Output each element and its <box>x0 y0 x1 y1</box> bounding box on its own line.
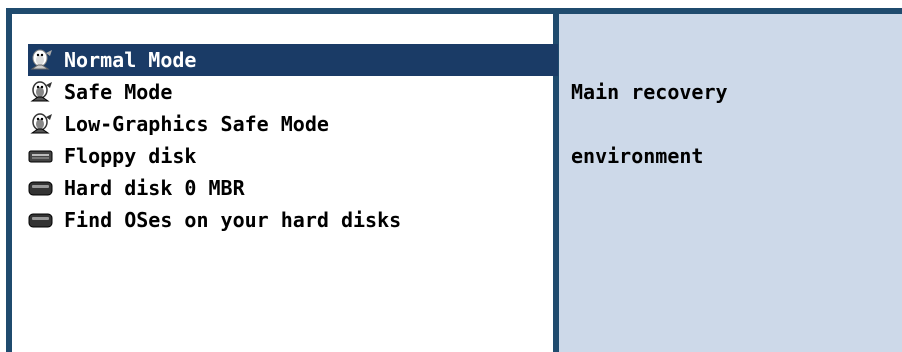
penguin-icon <box>28 112 58 136</box>
menu-item-label: Safe Mode <box>64 80 173 104</box>
description-line-2: environment <box>571 144 704 168</box>
menu-item-hard-disk-0-mbr[interactable]: Hard disk 0 MBR <box>28 172 558 204</box>
menu-item-safe-mode[interactable]: Safe Mode <box>28 76 558 108</box>
hard-disk-icon <box>28 208 58 232</box>
menu-item-floppy-disk[interactable]: Floppy disk <box>28 140 558 172</box>
floppy-drive-icon <box>28 144 58 168</box>
menu-item-label: Floppy disk <box>64 144 197 168</box>
penguin-icon <box>28 80 58 104</box>
menu-item-find-oses[interactable]: Find OSes on your hard disks <box>28 204 558 236</box>
description-line-1: Main recovery <box>571 80 728 104</box>
menu-item-label: Normal Mode <box>64 48 197 72</box>
penguin-icon <box>28 48 58 72</box>
menu-item-label: Hard disk 0 MBR <box>64 176 245 200</box>
menu-item-low-graphics-safe-mode[interactable]: Low-Graphics Safe Mode <box>28 108 558 140</box>
menu-item-label: Find OSes on your hard disks <box>64 208 402 232</box>
menu-item-normal-mode[interactable]: Normal Mode <box>28 44 558 76</box>
menu-item-label: Low-Graphics Safe Mode <box>64 112 329 136</box>
boot-menu-list: Normal Mode Safe Mode Low-Graphics Safe … <box>28 44 558 236</box>
entry-description: Main recovery environment <box>571 44 891 204</box>
boot-menu-panel: Normal Mode Safe Mode Low-Graphics Safe … <box>12 14 558 352</box>
hard-disk-icon <box>28 176 58 200</box>
boot-menu-window: Normal Mode Safe Mode Low-Graphics Safe … <box>0 0 902 352</box>
description-panel: Main recovery environment <box>559 14 902 352</box>
